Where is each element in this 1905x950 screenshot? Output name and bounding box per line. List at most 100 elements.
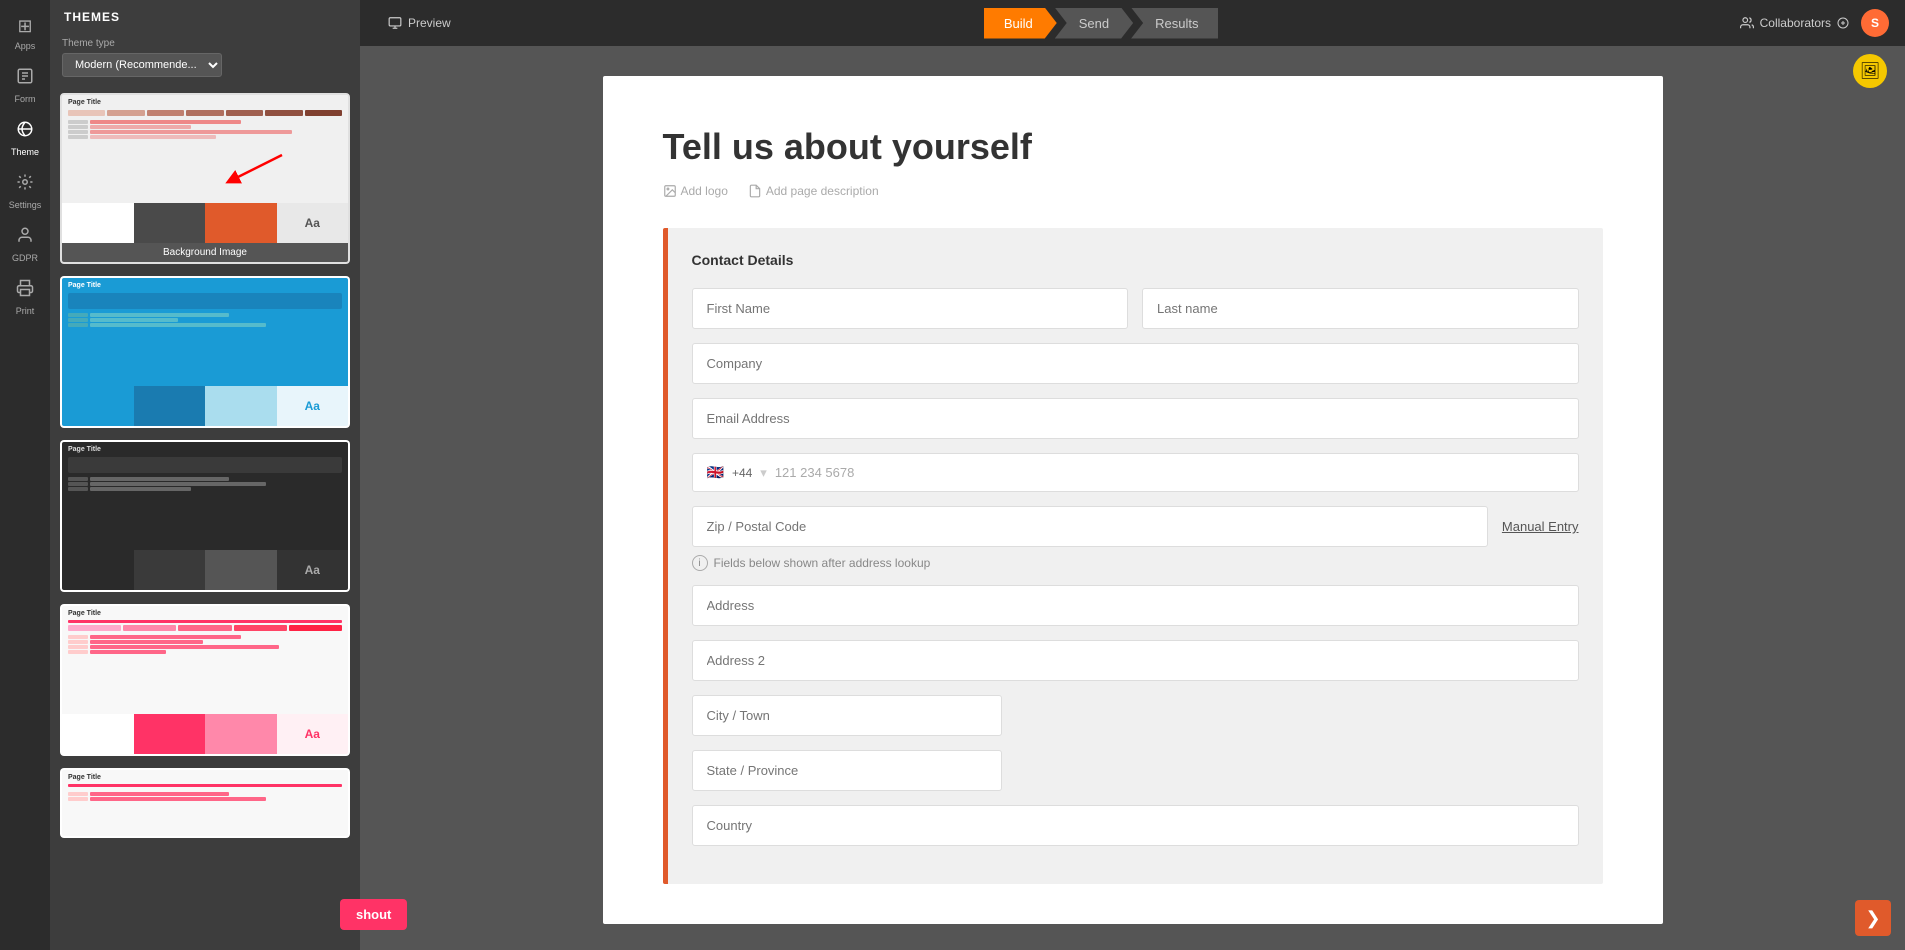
form-page: Tell us about yourself Add logo Add page…	[603, 76, 1663, 924]
collaborators-icon	[1740, 16, 1754, 30]
color-swatch-white-4	[62, 714, 134, 754]
address-field[interactable]	[692, 585, 1579, 626]
preview-title-5: Page Title	[62, 770, 348, 783]
country-field[interactable]	[692, 805, 1579, 846]
mini-table-5	[62, 790, 348, 804]
mini-table-3	[62, 475, 348, 494]
theme-type-label: Theme type	[62, 38, 348, 49]
sidebar: ⊞ Apps Form Theme Settings GDPR Print	[0, 0, 50, 950]
add-description-button[interactable]: Add page description	[748, 184, 879, 198]
color-swatch-pink	[134, 714, 206, 754]
top-bar-steps: Build Send Results	[984, 8, 1219, 39]
sidebar-label-print: Print	[16, 306, 35, 316]
preview-title-4: Page Title	[62, 606, 348, 619]
address2-field[interactable]	[692, 640, 1579, 681]
color-swatch-dark	[134, 203, 206, 243]
theme-card-pink[interactable]: Page Title	[60, 604, 350, 756]
user-avatar[interactable]: S	[1861, 9, 1889, 37]
form-row-country	[692, 805, 1579, 846]
collaborators-label: Collaborators	[1760, 16, 1831, 30]
next-icon: ❯	[1865, 908, 1880, 929]
sidebar-item-apps[interactable]: ⊞ Apps	[0, 8, 50, 59]
color-swatch-black	[62, 550, 134, 590]
apps-icon: ⊞	[17, 16, 32, 37]
image-button[interactable]: 🖼	[1853, 54, 1887, 88]
company-field[interactable]	[692, 343, 1579, 384]
color-aa-2: Aa	[277, 386, 349, 426]
themes-panel: THEMES Theme type Modern (Recommende... …	[50, 0, 360, 950]
sidebar-label-settings: Settings	[9, 200, 42, 210]
sidebar-label-apps: Apps	[15, 41, 36, 51]
sidebar-item-gdpr[interactable]: GDPR	[0, 218, 50, 271]
phone-number: 121 234 5678	[775, 465, 1564, 480]
preview-title-3: Page Title	[62, 442, 348, 455]
top-bar-left: Preview	[376, 10, 463, 36]
preview-icon	[388, 16, 402, 30]
gdpr-icon	[16, 226, 34, 249]
form-row-company	[692, 343, 1579, 384]
theme-card-label-1: Background Image	[62, 243, 348, 262]
preview-title-1: Page Title	[62, 95, 348, 108]
form-row-phone: 🇬🇧 +44 ▾ 121 234 5678	[692, 453, 1579, 492]
manual-entry-link[interactable]: Manual Entry	[1502, 519, 1579, 534]
phone-divider: ▾	[760, 465, 767, 481]
top-bar-right: Collaborators S	[1740, 9, 1889, 37]
theme-preview-5: Page Title	[62, 770, 348, 838]
sidebar-item-settings[interactable]: Settings	[0, 165, 50, 218]
image-btn-icon: 🖼	[1860, 61, 1880, 81]
color-swatch-lightpink	[205, 714, 277, 754]
step-build-button[interactable]: Build	[984, 8, 1057, 39]
top-bar: Preview Build Send Results Collaborators…	[360, 0, 1905, 46]
form-row-state	[692, 750, 1579, 791]
theme-card-background-image[interactable]: Page Title	[60, 93, 350, 264]
form-icon	[16, 67, 34, 90]
phone-field[interactable]: 🇬🇧 +44 ▾ 121 234 5678	[692, 453, 1579, 492]
theme-card-colors-1: Aa	[62, 203, 348, 243]
form-section-contact: Contact Details 🇬🇧 +44 ▾ 121	[663, 228, 1603, 884]
themes-list: Page Title	[50, 87, 360, 950]
theme-card-page-title-5[interactable]: Page Title	[60, 768, 350, 838]
collaborators-button[interactable]: Collaborators	[1740, 16, 1849, 30]
phone-code: +44	[732, 466, 752, 480]
color-swatch-blue	[62, 386, 134, 426]
sidebar-label-gdpr: GDPR	[12, 253, 38, 263]
theme-type-select[interactable]: Modern (Recommende...	[62, 53, 222, 77]
form-canvas[interactable]: Tell us about yourself Add logo Add page…	[360, 46, 1905, 950]
shout-badge[interactable]: shout	[340, 899, 407, 930]
state-field[interactable]	[692, 750, 1002, 791]
sidebar-label-theme: Theme	[11, 147, 39, 157]
preview-title-2: Page Title	[62, 278, 348, 291]
mini-table-1	[62, 118, 348, 142]
sidebar-item-theme[interactable]: Theme	[0, 112, 50, 165]
preview-button[interactable]: Preview	[376, 10, 463, 36]
theme-type-section: Theme type Modern (Recommende...	[50, 32, 360, 87]
theme-card-colors-3: Aa	[62, 550, 348, 590]
preview-bar-5	[68, 784, 342, 787]
mini-progress-1	[68, 110, 342, 116]
sidebar-item-print[interactable]: Print	[0, 271, 50, 324]
zip-field[interactable]	[692, 506, 1488, 547]
sidebar-item-form[interactable]: Form	[0, 59, 50, 112]
step-results-label: Results	[1155, 16, 1198, 31]
last-name-field[interactable]	[1142, 288, 1579, 329]
preview-bar-3	[68, 457, 342, 473]
first-name-field[interactable]	[692, 288, 1129, 329]
email-field[interactable]	[692, 398, 1579, 439]
color-aa-sample: Aa	[277, 203, 349, 243]
color-swatch-darkblue	[134, 386, 206, 426]
preview-bar-4	[68, 620, 342, 623]
color-swatch-darkgray	[134, 550, 206, 590]
step-results-button[interactable]: Results	[1131, 8, 1218, 39]
info-icon: i	[692, 555, 708, 571]
zip-row: Manual Entry	[692, 506, 1579, 547]
step-send-button[interactable]: Send	[1055, 8, 1133, 39]
form-row-name	[692, 288, 1579, 329]
city-field[interactable]	[692, 695, 1002, 736]
add-logo-button[interactable]: Add logo	[663, 184, 728, 198]
theme-card-blue[interactable]: Page Title Aa	[60, 276, 350, 428]
theme-icon	[16, 120, 34, 143]
main-area: Preview Build Send Results Collaborators…	[360, 0, 1905, 950]
theme-card-dark[interactable]: Page Title Aa	[60, 440, 350, 592]
next-button[interactable]: ❯	[1855, 900, 1891, 936]
theme-preview-1: Page Title	[62, 95, 348, 203]
